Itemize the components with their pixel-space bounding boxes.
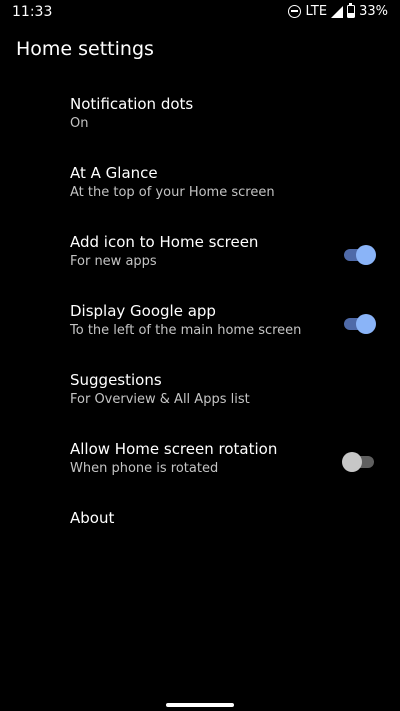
setting-title: Suggestions [70,371,162,389]
display-google-app-toggle[interactable] [342,314,376,334]
setting-summary: On [70,116,89,131]
home-screen-rotation-toggle[interactable] [342,452,376,472]
battery-fill [348,13,355,17]
setting-title: At A Glance [70,164,158,182]
setting-summary: For Overview & All Apps list [70,392,250,407]
setting-title: Notification dots [70,95,194,113]
setting-about[interactable]: About [0,500,400,569]
setting-notification-dots[interactable]: Notification dots On [0,86,400,155]
toggle-thumb [356,245,376,265]
battery-icon [347,2,356,18]
battery-percent: 33% [359,4,388,19]
toggle-thumb [356,314,376,334]
setting-summary: At the top of your Home screen [70,185,275,200]
setting-display-google-app[interactable]: Display Google app To the left of the ma… [0,293,400,362]
signal-icon [331,5,344,18]
do-not-disturb-icon [288,5,302,18]
status-bar: 11:33 LTE 33% [0,0,400,26]
toggle-thumb [342,452,362,472]
setting-at-a-glance[interactable]: At A Glance At the top of your Home scre… [0,155,400,224]
page-title: Home settings [16,38,154,60]
add-icon-toggle[interactable] [342,245,376,265]
setting-title: About [70,509,115,527]
status-time: 11:33 [12,4,53,20]
setting-allow-home-screen-rotation[interactable]: Allow Home screen rotation When phone is… [0,431,400,500]
network-type: LTE [305,4,328,19]
gesture-nav-handle[interactable] [166,703,234,707]
status-icons: LTE 33% [288,2,388,19]
setting-add-icon-to-home-screen[interactable]: Add icon to Home screen For new apps [0,224,400,293]
settings-list: Notification dots On At A Glance At the … [0,86,400,569]
setting-suggestions[interactable]: Suggestions For Overview & All Apps list [0,362,400,431]
